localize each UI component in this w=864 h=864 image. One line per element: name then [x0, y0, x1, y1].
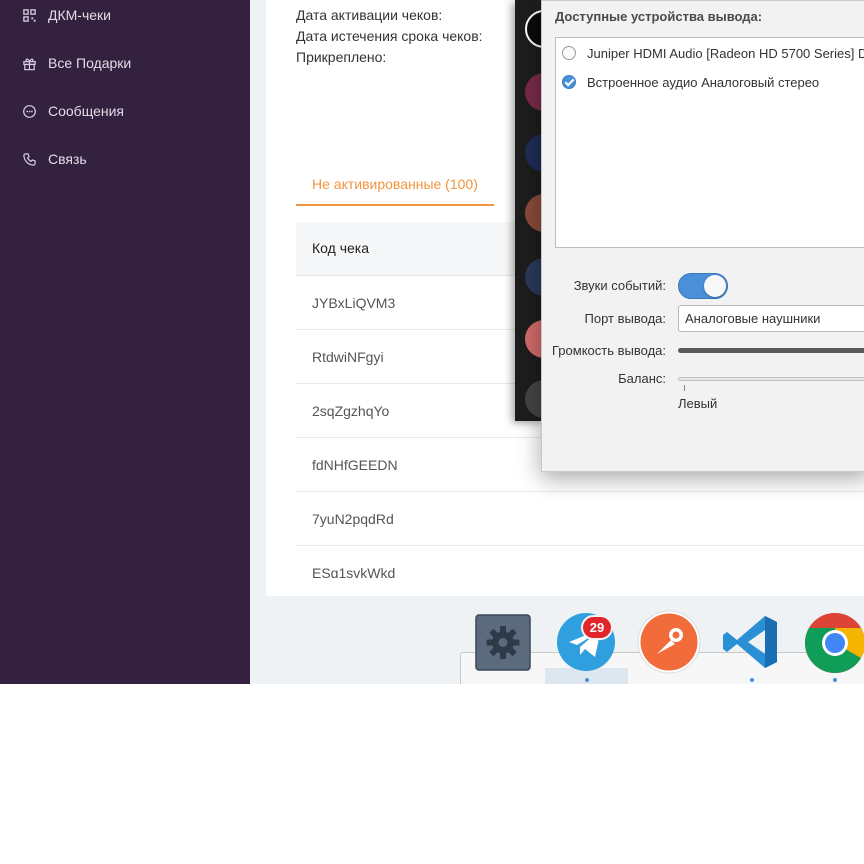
chrome-icon [805, 612, 864, 673]
sidebar-item-messages[interactable]: Сообщения [22, 99, 124, 123]
device-option-analog[interactable]: Встроенное аудио Аналоговый стерео [562, 72, 819, 92]
output-devices-heading: Доступные устройства вывода: [555, 9, 763, 24]
vscode-icon [723, 616, 777, 668]
output-volume-slider[interactable] [678, 348, 864, 353]
sidebar-item-label: ДКМ-чеки [48, 7, 111, 23]
balance-tick [684, 385, 685, 391]
sidebar: ДКМ-чеки Все Подарки Сообщения Связь [0, 0, 250, 684]
sidebar-item-all-gifts[interactable]: Все Подарки [22, 51, 131, 75]
check-code: 7yuN2pqdRd [312, 511, 394, 527]
radio-checked-icon[interactable] [562, 75, 576, 89]
sidebar-item-label: Сообщения [48, 103, 124, 119]
telegram-running-indicator [585, 678, 589, 682]
device-label: Juniper HDMI Audio [Radeon HD 5700 Serie… [587, 45, 864, 61]
output-device-list: Juniper HDMI Audio [Radeon HD 5700 Serie… [555, 37, 864, 248]
balance-left-label: Левый [678, 396, 718, 411]
qr-code-icon [23, 8, 36, 22]
output-volume-label: Громкость вывода: [552, 343, 666, 358]
device-label: Встроенное аудио Аналоговый стерео [587, 74, 820, 90]
activation-date-label: Дата активации чеков: [296, 7, 443, 23]
balance-slider[interactable] [678, 377, 864, 381]
settings-icon [475, 614, 531, 671]
attached-label: Прикреплено: [296, 49, 387, 65]
table-row[interactable]: ESq1svkWkd [296, 546, 864, 578]
sidebar-item-dkm-checks[interactable]: ДКМ-чеки [22, 3, 111, 27]
check-code: JYBxLiQVM3 [312, 295, 396, 311]
event-sounds-label: Звуки событий: [573, 278, 666, 293]
chrome-running-indicator [833, 678, 837, 682]
column-header-check-code: Код чека [312, 240, 369, 256]
event-sounds-toggle[interactable] [678, 273, 728, 299]
sidebar-item-contact[interactable]: Связь [22, 147, 87, 171]
gift-icon [23, 58, 36, 70]
check-code: ESq1svkWkd [312, 565, 396, 578]
telegram-unread-badge: 29 [581, 615, 613, 640]
vscode-app-button[interactable] [721, 612, 781, 672]
check-code: RtdwiNFgyi [312, 349, 384, 365]
radio-unchecked-icon[interactable] [562, 46, 576, 60]
chrome-app-button[interactable] [803, 611, 864, 675]
sidebar-item-label: Связь [48, 151, 87, 167]
check-code: 2sqZgzhqYo [312, 403, 390, 419]
sidebar-item-label: Все Подарки [48, 55, 132, 71]
settings-app-button[interactable] [475, 614, 531, 671]
phone-icon [23, 152, 36, 166]
balance-label: Баланс: [618, 371, 666, 386]
sound-settings-dialog: Доступные устройства вывода: Juniper HDM… [541, 0, 864, 472]
table-row[interactable]: 7yuN2pqdRd [296, 492, 864, 546]
output-port-label: Порт вывода: [584, 311, 666, 326]
output-port-select[interactable]: Аналоговые наушники [678, 305, 864, 332]
expiry-date-label: Дата истечения срока чеков: [296, 28, 483, 44]
device-option-hdmi[interactable]: Juniper HDMI Audio [Radeon HD 5700 Serie… [562, 43, 864, 63]
postman-icon [637, 610, 701, 674]
chat-icon [23, 104, 36, 118]
tab-not-activated[interactable]: Не активированные (100) [296, 170, 494, 206]
postman-app-button[interactable] [637, 610, 701, 674]
check-code: fdNHfGEEDN [312, 457, 398, 473]
vscode-running-indicator [750, 678, 754, 682]
toggle-knob [704, 275, 726, 297]
desktop-screen: ДКМ-чеки Все Подарки Сообщения Связь Дат… [0, 0, 864, 684]
